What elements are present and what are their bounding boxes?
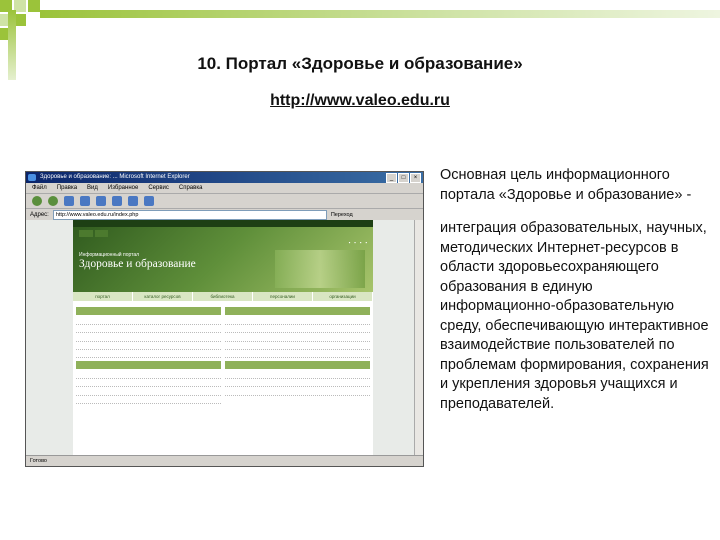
description-text: Основная цель информационного портала «З… <box>440 166 710 428</box>
favorites-icon[interactable] <box>128 196 138 206</box>
header-tab-1[interactable] <box>79 230 93 237</box>
header-tab-2[interactable] <box>94 230 109 237</box>
site-logo[interactable]: Здоровье и образование <box>79 258 196 270</box>
maximize-button[interactable]: □ <box>398 173 409 183</box>
list-item[interactable] <box>225 371 370 380</box>
ie-icon <box>28 174 36 181</box>
browser-toolbar <box>26 194 423 209</box>
site-column-right <box>225 304 370 404</box>
list-item[interactable] <box>76 371 221 380</box>
forward-icon[interactable] <box>48 196 58 206</box>
vertical-scrollbar[interactable] <box>414 220 423 456</box>
site-nav-persons[interactable]: персоналии <box>253 292 313 301</box>
browser-title: Здоровье и образование: ... Microsoft In… <box>40 174 190 180</box>
back-icon[interactable] <box>32 196 42 206</box>
list-item[interactable] <box>225 379 370 388</box>
list-item[interactable] <box>225 325 370 334</box>
site-nav-catalog[interactable]: каталог ресурсов <box>133 292 193 301</box>
header-link[interactable]: ▪ <box>365 240 367 245</box>
list-item[interactable] <box>76 387 221 396</box>
top-accent-bar <box>40 10 720 18</box>
site-column-left <box>76 304 221 404</box>
menu-help[interactable]: Справка <box>179 183 203 193</box>
menu-edit[interactable]: Правка <box>57 183 77 193</box>
list-item[interactable] <box>76 342 221 350</box>
header-link[interactable]: ▪ <box>349 240 351 245</box>
list-item[interactable] <box>225 342 370 350</box>
list-item[interactable] <box>76 350 221 359</box>
list-item[interactable] <box>76 325 221 334</box>
search-icon[interactable] <box>112 196 122 206</box>
address-input[interactable]: http://www.valeo.edu.ru/index.php <box>52 209 327 220</box>
description-lead: Основная цель информационного портала «З… <box>440 167 692 203</box>
site-nav-library[interactable]: библиотека <box>193 292 253 301</box>
browser-menubar: Файл Правка Вид Избранное Сервис Справка <box>26 183 423 194</box>
site-nav-organizations[interactable]: организации <box>313 292 373 301</box>
site-nav: портал каталог ресурсов библиотека персо… <box>73 292 373 301</box>
header-link[interactable]: ▪ <box>360 240 362 245</box>
description-body: интеграция образовательных, научных, мет… <box>440 220 709 412</box>
history-icon[interactable] <box>144 196 154 206</box>
corner-decoration <box>0 0 130 50</box>
stop-icon[interactable] <box>64 196 74 206</box>
site-header: ▪ ▪ ▪ ▪ Информационный портал Здоровье и… <box>73 220 373 292</box>
header-photo <box>275 250 365 288</box>
refresh-icon[interactable] <box>80 196 90 206</box>
site-header-tabs <box>79 230 109 237</box>
menu-view[interactable]: Вид <box>87 183 98 193</box>
status-bar: Готово <box>26 455 423 466</box>
site-content <box>73 301 373 407</box>
home-icon[interactable] <box>96 196 106 206</box>
site-top-strip <box>73 220 373 227</box>
section-header <box>76 361 221 370</box>
menu-tools[interactable]: Сервис <box>148 183 169 193</box>
list-item[interactable] <box>225 317 370 326</box>
section-header <box>225 307 370 315</box>
list-item[interactable] <box>225 350 370 359</box>
list-item[interactable] <box>76 317 221 326</box>
section-header <box>76 307 221 315</box>
browser-viewport: ▪ ▪ ▪ ▪ Информационный портал Здоровье и… <box>26 220 423 456</box>
slide-title: 10. Портал «Здоровье и образование» <box>197 54 523 73</box>
list-item[interactable] <box>76 379 221 388</box>
address-label: Адрес: <box>30 211 49 218</box>
list-item[interactable] <box>225 387 370 396</box>
list-item[interactable] <box>76 396 221 404</box>
minimize-button[interactable]: _ <box>386 173 397 183</box>
site-nav-portal[interactable]: портал <box>73 292 133 301</box>
list-item[interactable] <box>225 333 370 342</box>
menu-favorites[interactable]: Избранное <box>108 183 138 193</box>
close-button[interactable]: × <box>410 173 421 183</box>
browser-titlebar: Здоровье и образование: ... Microsoft In… <box>26 172 423 183</box>
section-header <box>225 361 370 370</box>
menu-file[interactable]: Файл <box>32 183 47 193</box>
header-link[interactable]: ▪ <box>354 240 356 245</box>
list-item[interactable] <box>76 333 221 342</box>
go-button[interactable]: Переход <box>331 212 353 218</box>
website-page: ▪ ▪ ▪ ▪ Информационный портал Здоровье и… <box>73 220 373 456</box>
site-header-links: ▪ ▪ ▪ ▪ <box>349 240 367 245</box>
slide-url-link[interactable]: http://www.valeo.edu.ru <box>0 92 720 110</box>
browser-window: Здоровье и образование: ... Microsoft In… <box>25 171 424 467</box>
